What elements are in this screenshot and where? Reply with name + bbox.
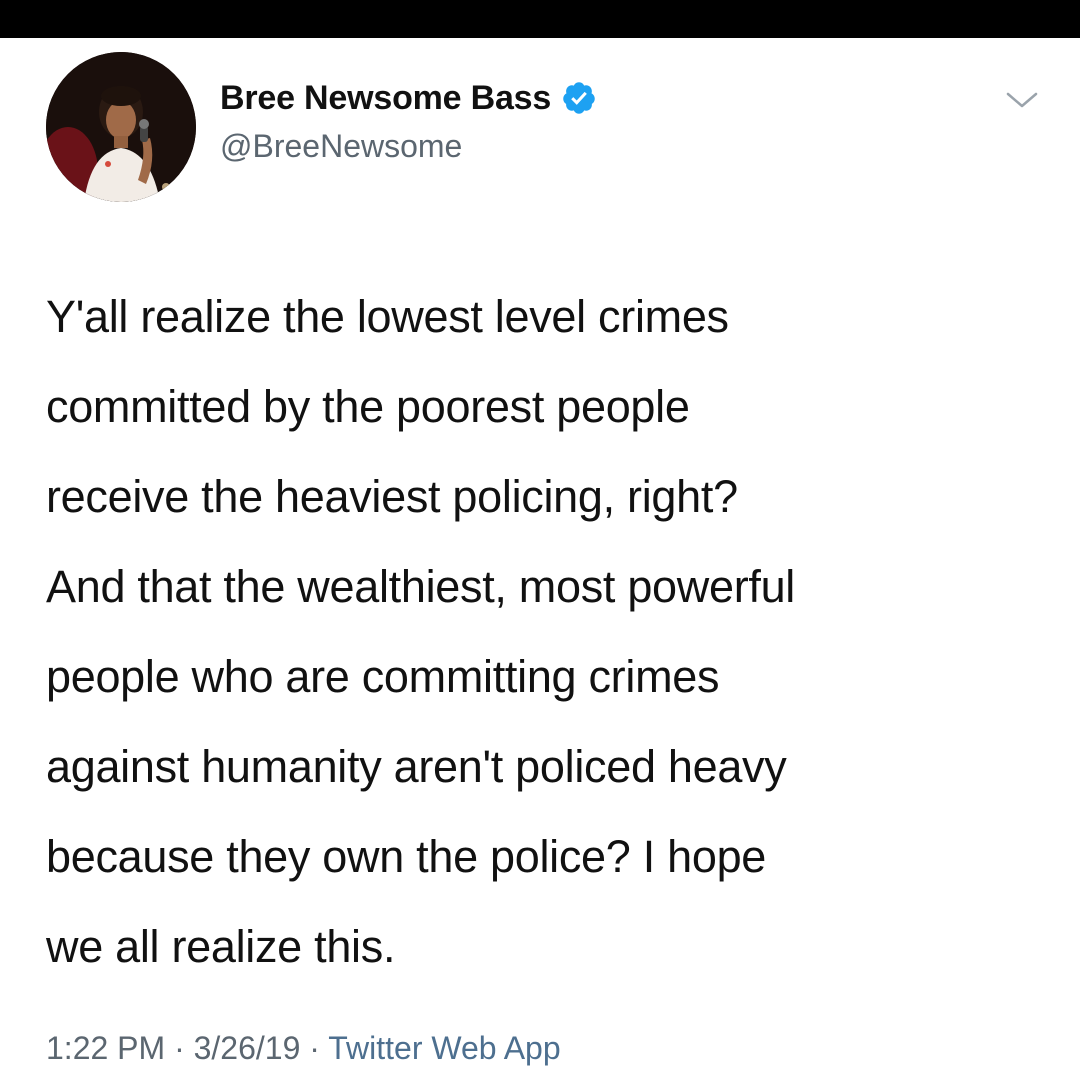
tweet-line: receive the heaviest policing, right? [46, 471, 738, 522]
display-name-row: Bree Newsome Bass [220, 76, 597, 120]
tweet-meta: 1:22 PM · 3/26/19 · Twitter Web App [46, 1030, 561, 1067]
user-handle[interactable]: @BreeNewsome [220, 128, 462, 165]
tweet-text: Y'all realize the lowest level crimes co… [46, 272, 1046, 992]
profile-photo-icon [46, 52, 196, 202]
verified-badge-icon [561, 80, 597, 116]
avatar[interactable] [46, 52, 196, 202]
tweet-line: committed by the poorest people [46, 381, 690, 432]
meta-separator: · [165, 1030, 194, 1066]
source-app-link[interactable]: Twitter Web App [328, 1030, 560, 1066]
tweet-line: because they own the police? I hope [46, 831, 767, 882]
tweet-line: we all realize this. [46, 921, 396, 972]
tweet-line: people who are committing crimes [46, 651, 720, 702]
tweet-line: against humanity aren't policed heavy [46, 741, 787, 792]
tweet-screenshot: Bree Newsome Bass @BreeNewsome Y'all rea… [0, 0, 1080, 1080]
display-name[interactable]: Bree Newsome Bass [220, 79, 551, 118]
tweet-time[interactable]: 1:22 PM [46, 1030, 165, 1066]
tweet-line: And that the wealthiest, most powerful [46, 561, 796, 612]
tweet-date[interactable]: 3/26/19 [194, 1030, 301, 1066]
meta-separator: · [300, 1030, 329, 1066]
top-black-bar [0, 0, 1080, 38]
chevron-down-icon[interactable] [1002, 86, 1042, 114]
tweet-line: Y'all realize the lowest level crimes [46, 291, 729, 342]
